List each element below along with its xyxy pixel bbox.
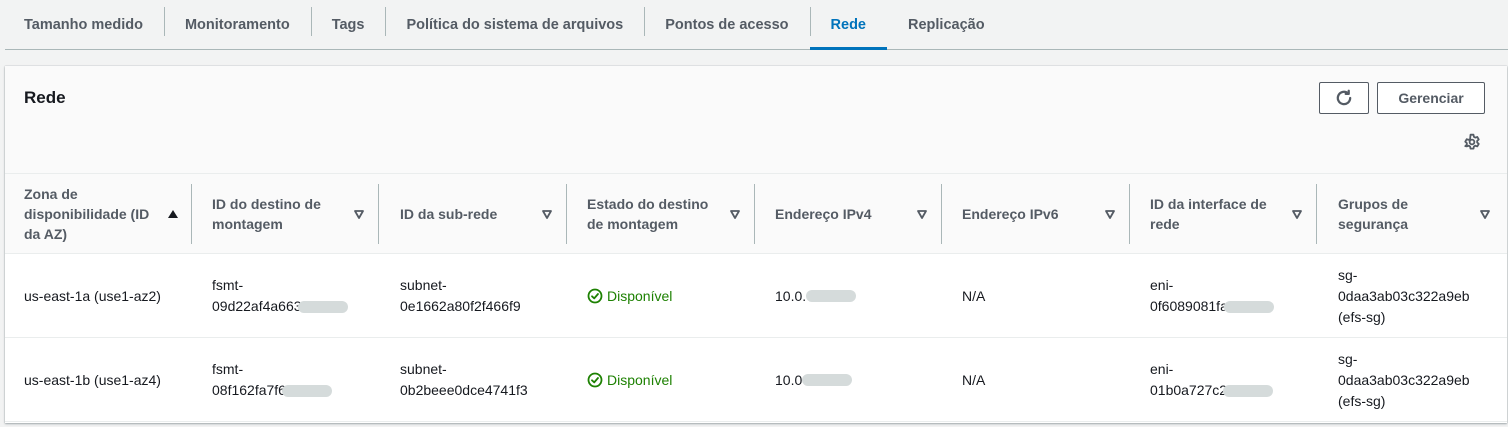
cell-eni: eni- 01b0a727c2	[1150, 338, 1274, 422]
cell-state: Disponível	[587, 254, 672, 338]
column-header-ipv6[interactable]: Endereço IPv6	[962, 174, 1102, 254]
tab-access-points[interactable]: Pontos de acesso	[644, 0, 809, 49]
redacted-blur	[806, 290, 857, 302]
sort-icon[interactable]	[353, 208, 365, 220]
column-divider[interactable]	[191, 184, 192, 244]
sort-ascending-icon[interactable]	[167, 208, 179, 220]
cell-state: Disponível	[587, 338, 672, 422]
column-divider[interactable]	[941, 184, 942, 244]
cell-subnet: subnet- 0e1662a80f2f466f9	[400, 277, 521, 314]
column-header-az[interactable]: Zona de disponibilidade (ID da AZ)	[24, 174, 164, 254]
table-header: Zona de disponibilidade (ID da AZ) ID do…	[5, 174, 1507, 254]
column-header-security-groups[interactable]: Grupos de segurança	[1338, 174, 1468, 254]
cell-eni: eni- 0f6089081fa	[1150, 254, 1274, 338]
refresh-icon	[1336, 89, 1352, 106]
sort-icon[interactable]	[1479, 208, 1491, 220]
panel-title: Rede	[24, 88, 66, 107]
sort-icon[interactable]	[1291, 208, 1303, 220]
table-row: us-east-1b (use1-az4) fsmt- 08f162fa7f6 s…	[5, 338, 1507, 422]
cell-az: us-east-1a (use1-az2)	[24, 287, 161, 304]
column-header-subnet[interactable]: ID da sub-rede	[400, 174, 540, 254]
column-header-mount-target[interactable]: ID do destino de montagem	[212, 174, 352, 254]
panel-header: Rede Gerenciar	[5, 66, 1507, 174]
cell-mount-target: fsmt- 09d22af4a663	[212, 254, 348, 338]
column-header-state[interactable]: Estado do destino de montagem	[587, 174, 727, 254]
cell-ipv6: N/A	[962, 287, 986, 304]
table-row: us-east-1a (use1-az2) fsmt- 09d22af4a663 …	[5, 254, 1507, 338]
redacted-blur	[802, 374, 853, 386]
cell-ipv6: N/A	[962, 371, 986, 388]
column-divider[interactable]	[754, 184, 755, 244]
column-divider[interactable]	[1316, 184, 1317, 244]
tab-bar: Tamanho medido Monitoramento Tags Políti…	[5, 0, 1508, 50]
column-divider[interactable]	[378, 184, 379, 244]
sort-icon[interactable]	[729, 208, 741, 220]
column-divider[interactable]	[1129, 184, 1130, 244]
cell-security-groups: sg- 0daa3ab03c322a9eb (efs-sg)	[1338, 266, 1470, 325]
column-header-ipv4[interactable]: Endereço IPv4	[775, 174, 915, 254]
cell-az: us-east-1b (use1-az4)	[24, 371, 161, 388]
redacted-blur	[1223, 385, 1274, 398]
sort-icon[interactable]	[916, 208, 928, 220]
tab-tags[interactable]: Tags	[310, 0, 386, 49]
success-check-icon	[587, 372, 603, 388]
tab-network[interactable]: Rede	[809, 0, 888, 50]
cell-subnet: subnet- 0b2beee0dce4741f3	[400, 361, 528, 398]
tab-metered-size[interactable]: Tamanho medido	[5, 0, 164, 49]
status-text: Disponível	[607, 287, 673, 304]
tab-monitoring[interactable]: Monitoramento	[163, 0, 311, 49]
column-header-eni[interactable]: ID da interface de rede	[1150, 174, 1290, 254]
cell-ipv4: 10.0.	[775, 254, 857, 338]
redacted-blur	[281, 385, 332, 398]
redacted-blur	[297, 301, 348, 314]
gear-icon[interactable]	[1463, 133, 1481, 151]
column-divider[interactable]	[566, 184, 567, 244]
redacted-blur	[1223, 301, 1274, 314]
tab-replication[interactable]: Replicação	[887, 0, 1006, 49]
refresh-button[interactable]	[1319, 82, 1369, 114]
cell-security-groups: sg- 0daa3ab03c322a9eb (efs-sg)	[1338, 350, 1470, 409]
cell-mount-target: fsmt- 08f162fa7f6	[212, 338, 332, 422]
tab-file-system-policy[interactable]: Política do sistema de arquivos	[385, 0, 644, 49]
sort-icon[interactable]	[541, 208, 553, 220]
manage-button[interactable]: Gerenciar	[1377, 82, 1485, 114]
sort-icon[interactable]	[1104, 208, 1116, 220]
cell-ipv4: 10.0	[775, 338, 853, 422]
success-check-icon	[587, 288, 603, 304]
network-panel: Rede Gerenciar Zona de disponibilidade (…	[5, 66, 1507, 423]
status-text: Disponível	[607, 371, 673, 388]
